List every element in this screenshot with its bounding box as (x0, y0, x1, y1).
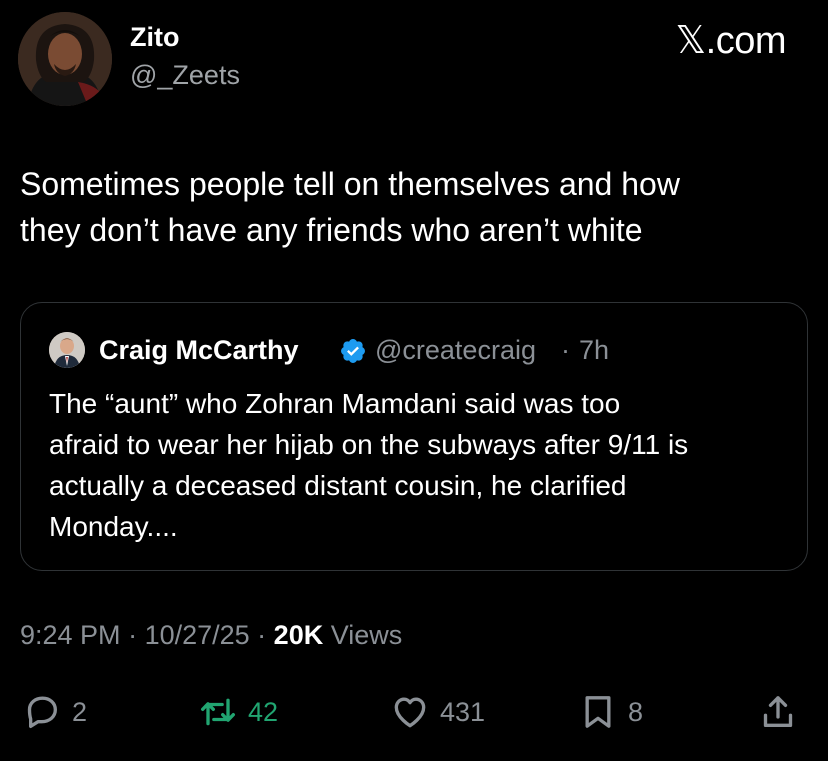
bookmark-count: 8 (628, 696, 644, 727)
tweet-meta: 9:24 PM · 10/27/25 · 20K Views (20, 620, 402, 651)
share-upload-icon (763, 696, 793, 727)
reply-button[interactable]: 2 (22, 690, 87, 734)
site-watermark: 𝕏.com (675, 20, 787, 62)
meta-separator: · (120, 620, 145, 650)
quoted-text-line: afraid to wear her hijab on the subways … (49, 429, 689, 460)
bookmark-icon (585, 696, 611, 728)
tweet-time[interactable]: 9:24 PM (20, 620, 121, 650)
quoted-meta-separator: · (561, 335, 570, 365)
heart-icon (394, 697, 426, 728)
quoted-tweet-card[interactable]: Craig McCarthy @createcraig · 7h The “au… (20, 302, 808, 571)
quoted-tweet-text: The “aunt” who Zohran Mamdani said was t… (49, 383, 789, 547)
tweet-text: Sometimes people tell on themselves and … (20, 161, 800, 253)
bookmark-button[interactable]: 8 (578, 690, 643, 734)
verified-badge-icon (341, 339, 365, 363)
repost-count: 42 (248, 696, 279, 727)
repost-button[interactable]: 42 (198, 690, 278, 734)
author-avatar-image (18, 12, 112, 106)
tweet-text-line: they don’t have any friends who aren’t w… (20, 212, 643, 248)
tweet-date[interactable]: 10/27/25 (145, 620, 250, 650)
author-handle[interactable]: @_Zeets (130, 60, 240, 91)
views-count[interactable]: 20K (274, 620, 324, 650)
tweet-text-line: Sometimes people tell on themselves and … (20, 166, 680, 202)
repost-icon (201, 698, 235, 726)
share-button[interactable] (758, 690, 798, 734)
quoted-text-line: actually a deceased distant cousin, he c… (49, 470, 627, 501)
like-count: 431 (440, 696, 486, 727)
quoted-author-handle[interactable]: @createcraig (375, 335, 536, 366)
author-avatar[interactable] (18, 12, 112, 106)
like-button[interactable]: 431 (390, 690, 485, 734)
quoted-text-line: The “aunt” who Zohran Mamdani said was t… (49, 388, 621, 419)
views-label: Views (323, 620, 403, 650)
quoted-author-avatar[interactable] (49, 332, 85, 368)
reply-icon (27, 696, 57, 728)
quoted-timestamp[interactable]: 7h (579, 335, 609, 366)
quoted-text-line: Monday.... (49, 511, 178, 542)
reply-count: 2 (72, 696, 88, 727)
meta-separator: · (249, 620, 274, 650)
quoted-author-avatar-image (49, 332, 85, 368)
quoted-author-name[interactable]: Craig McCarthy (99, 335, 299, 366)
author-name[interactable]: Zito (130, 22, 179, 53)
